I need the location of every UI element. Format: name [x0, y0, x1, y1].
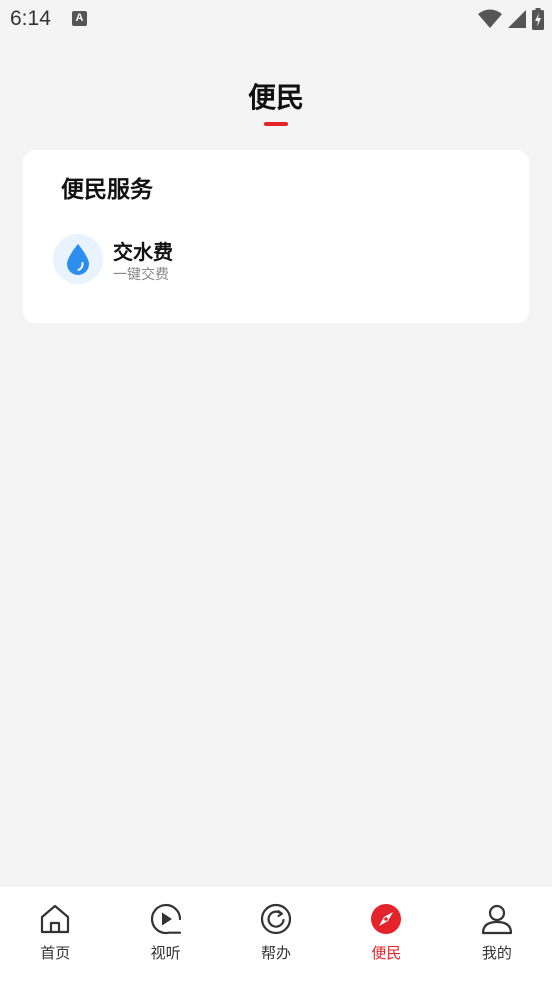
nav-label-help: 帮办: [261, 944, 292, 962]
bottom-nav: 首页 视听 帮办 便民 我的: [0, 885, 552, 983]
notification-a-icon: A: [72, 11, 87, 26]
compass-icon: [371, 904, 402, 934]
status-bar: 6:14 A: [0, 0, 552, 38]
nav-item-help[interactable]: 帮办: [221, 886, 331, 983]
nav-label-mine: 我的: [481, 944, 512, 962]
nav-item-home[interactable]: 首页: [0, 886, 110, 983]
services-card-title: 便民服务: [61, 177, 153, 203]
battery-charging-icon: [532, 8, 544, 30]
status-indicators: [478, 8, 544, 30]
nav-label-convenience: 便民: [371, 944, 402, 962]
nav-label-home: 首页: [40, 944, 71, 962]
home-icon: [41, 904, 70, 934]
title-underline: [264, 122, 288, 126]
page-title: 便民: [247, 81, 304, 114]
water-drop-icon: [53, 234, 103, 284]
person-icon: [481, 904, 512, 935]
service-name: 交水费: [113, 240, 173, 264]
nav-item-convenience[interactable]: 便民: [331, 886, 441, 983]
refresh-c-icon: [260, 903, 292, 935]
wifi-icon: [478, 9, 502, 28]
service-desc: 一键交费: [113, 267, 169, 283]
play-icon: [150, 903, 181, 935]
nav-item-mine[interactable]: 我的: [442, 886, 552, 983]
screen: 6:14 A 便民 便民服务 交水费 一键交费 首页 视听 帮办 便民 我的: [0, 0, 552, 983]
cellular-signal-icon: [508, 10, 526, 28]
status-time: 6:14: [10, 7, 51, 30]
service-item-water-bill[interactable]: 交水费 一键交费: [53, 234, 253, 286]
services-card: 便民服务 交水费 一键交费: [23, 150, 529, 323]
nav-item-media[interactable]: 视听: [110, 886, 220, 983]
nav-label-media: 视听: [150, 944, 181, 962]
